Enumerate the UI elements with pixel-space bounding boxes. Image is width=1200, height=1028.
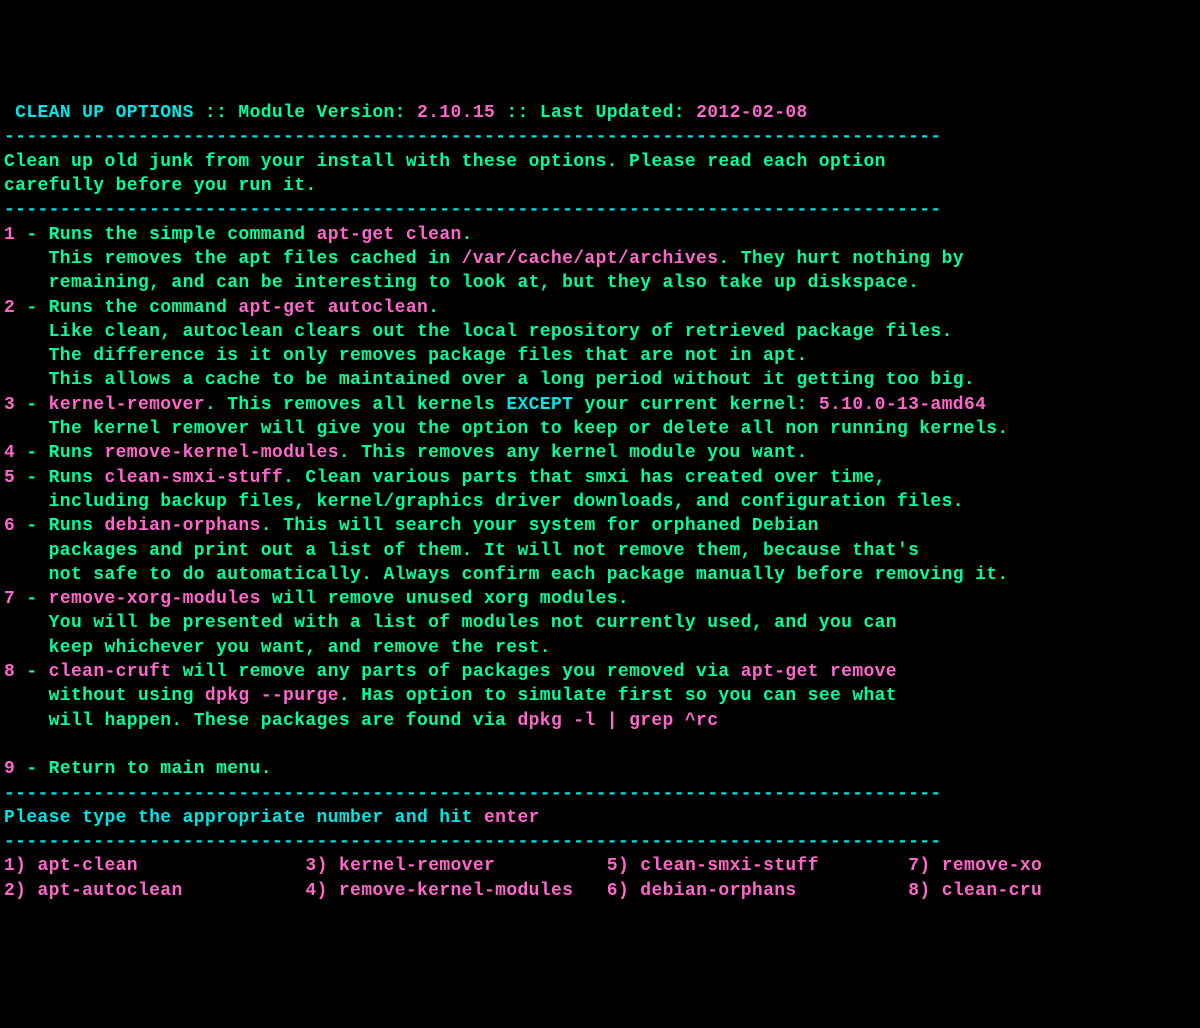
option-number: 4	[4, 443, 15, 463]
prompt-line: Please type the appropriate number and h…	[4, 808, 540, 828]
option-line: The kernel remover will give you the opt…	[4, 419, 1009, 439]
header-title: CLEAN UP OPTIONS	[15, 103, 194, 123]
option-line: will happen. These packages are found vi…	[4, 711, 718, 731]
menu-item[interactable]: 4) remove-kernel-modules	[305, 881, 573, 901]
except-label: EXCEPT	[506, 395, 573, 415]
enter-label: enter	[484, 808, 540, 828]
menu-item[interactable]: 8) clean-cru	[908, 881, 1042, 901]
intro-line: Clean up old junk from your install with…	[4, 152, 886, 172]
command: dpkg --purge	[205, 686, 339, 706]
option-number: 1	[4, 225, 15, 245]
option-line: The difference is it only removes packag…	[4, 346, 808, 366]
divider: ----------------------------------------…	[4, 127, 942, 147]
option-number: 6	[4, 516, 15, 536]
menu-item[interactable]: 2) apt-autoclean	[4, 881, 183, 901]
header-line: CLEAN UP OPTIONS :: Module Version: 2.10…	[4, 103, 808, 123]
menu-item[interactable]: 7) remove-xo	[908, 856, 1042, 876]
command: clean-cruft	[49, 662, 172, 682]
command: debian-orphans	[104, 516, 260, 536]
option-line: 2 - Runs the command apt-get autoclean.	[4, 298, 439, 318]
module-version: 2.10.15	[417, 103, 495, 123]
command: apt-get clean	[317, 225, 462, 245]
option-line: 8 - clean-cruft will remove any parts of…	[4, 662, 897, 682]
option-line: This allows a cache to be maintained ove…	[4, 370, 975, 390]
kernel-version: 5.10.0-13-amd64	[819, 395, 986, 415]
menu-item[interactable]: 3) kernel-remover	[305, 856, 495, 876]
option-line: 3 - kernel-remover. This removes all ker…	[4, 395, 986, 415]
command: apt-get autoclean	[238, 298, 428, 318]
command: dpkg -l | grep ^rc	[517, 711, 718, 731]
command: clean-smxi-stuff	[104, 468, 283, 488]
option-number: 7	[4, 589, 15, 609]
option-line: 9 - Return to main menu.	[4, 759, 272, 779]
option-line: 6 - Runs debian-orphans. This will searc…	[4, 516, 819, 536]
option-line: 4 - Runs remove-kernel-modules. This rem…	[4, 443, 808, 463]
option-line: including backup files, kernel/graphics …	[4, 492, 964, 512]
menu-item[interactable]: 6) debian-orphans	[607, 881, 797, 901]
option-line: not safe to do automatically. Always con…	[4, 565, 1009, 585]
divider: ----------------------------------------…	[4, 784, 942, 804]
option-line: 7 - remove-xorg-modules will remove unus…	[4, 589, 629, 609]
divider: ----------------------------------------…	[4, 832, 942, 852]
option-line: packages and print out a list of them. I…	[4, 541, 919, 561]
option-number: 9	[4, 759, 15, 779]
menu-row: 1) apt-clean 3) kernel-remover 5) clean-…	[4, 856, 1042, 876]
terminal-screen[interactable]: CLEAN UP OPTIONS :: Module Version: 2.10…	[4, 101, 1196, 903]
command: kernel-remover	[49, 395, 205, 415]
option-line: This removes the apt files cached in /va…	[4, 249, 964, 269]
option-line: You will be presented with a list of mod…	[4, 613, 897, 633]
menu-row: 2) apt-autoclean 4) remove-kernel-module…	[4, 881, 1042, 901]
option-line: without using dpkg --purge. Has option t…	[4, 686, 897, 706]
option-number: 8	[4, 662, 15, 682]
command: remove-xorg-modules	[49, 589, 261, 609]
intro-line: carefully before you run it.	[4, 176, 317, 196]
updated-date: 2012-02-08	[696, 103, 808, 123]
path: /var/cache/apt/archives	[462, 249, 719, 269]
option-number: 5	[4, 468, 15, 488]
menu-item[interactable]: 1) apt-clean	[4, 856, 138, 876]
command: remove-kernel-modules	[104, 443, 338, 463]
option-line: Like clean, autoclean clears out the loc…	[4, 322, 953, 342]
option-line: remaining, and can be interesting to loo…	[4, 273, 919, 293]
command: apt-get remove	[741, 662, 897, 682]
option-line: keep whichever you want, and remove the …	[4, 638, 551, 658]
option-line: 5 - Runs clean-smxi-stuff. Clean various…	[4, 468, 886, 488]
option-line: 1 - Runs the simple command apt-get clea…	[4, 225, 473, 245]
menu-item[interactable]: 5) clean-smxi-stuff	[607, 856, 819, 876]
option-number: 3	[4, 395, 15, 415]
divider: ----------------------------------------…	[4, 200, 942, 220]
option-number: 2	[4, 298, 15, 318]
